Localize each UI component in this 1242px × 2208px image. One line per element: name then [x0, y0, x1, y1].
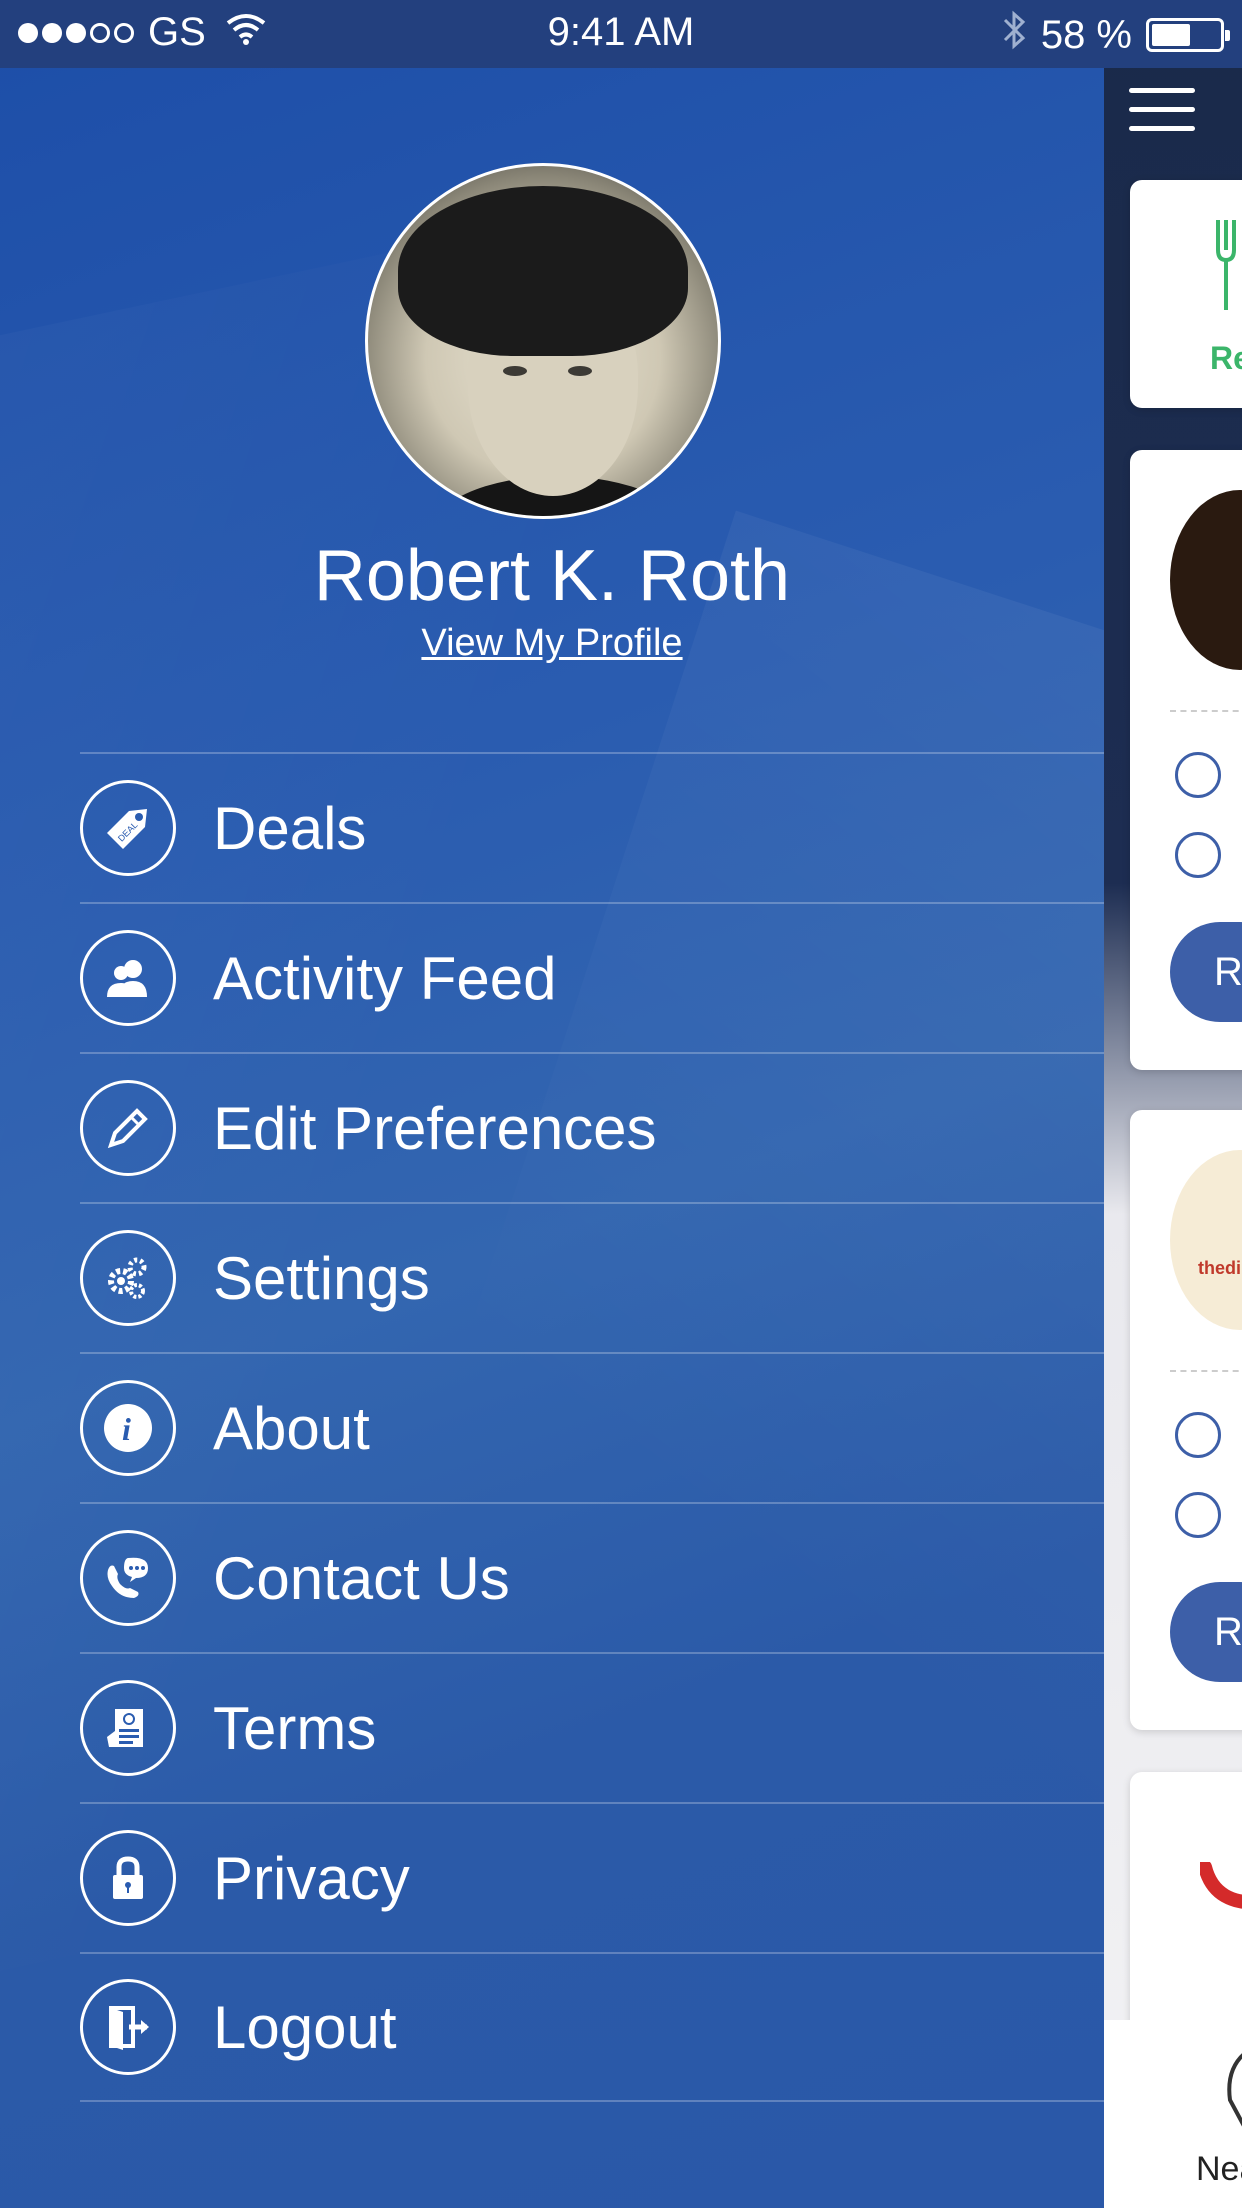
menu-item-label: Activity Feed — [213, 944, 557, 1012]
side-drawer: Robert K. Roth View My Profile DEAL Deal… — [0, 0, 1104, 2208]
battery-percent: 58 % — [1040, 12, 1132, 57]
info-circle-icon — [1175, 1492, 1221, 1538]
reserve-button[interactable]: R — [1170, 1582, 1242, 1682]
users-icon — [80, 930, 176, 1026]
logo-text: thedi — [1198, 1258, 1241, 1278]
document-icon — [80, 1680, 176, 1776]
restaurant-logo — [1170, 490, 1242, 670]
logout-door-icon — [80, 1979, 176, 2075]
menu-item-about[interactable]: i About — [80, 1352, 1104, 1502]
menu-item-label: Contact Us — [213, 1544, 510, 1612]
info-circle-icon — [1175, 832, 1221, 878]
menu-item-deals[interactable]: DEAL Deals — [80, 752, 1104, 902]
menu-item-logout[interactable]: Logout — [80, 1952, 1104, 2102]
menu-item-contact-us[interactable]: Contact Us — [80, 1502, 1104, 1652]
bluetooth-icon — [1001, 10, 1027, 60]
menu-item-label: Deals — [213, 794, 367, 862]
menu-item-activity-feed[interactable]: Activity Feed — [80, 902, 1104, 1052]
deal-tag-icon: DEAL — [80, 780, 176, 876]
bottom-tab-nearby[interactable]: Nea — [1104, 2020, 1242, 2208]
restaurant-card[interactable]: R — [1130, 450, 1242, 1070]
menu-item-label: About — [213, 1394, 370, 1462]
reserve-button[interactable]: R — [1170, 922, 1242, 1022]
pencil-icon — [80, 1080, 176, 1176]
gears-icon — [80, 1230, 176, 1326]
category-label: Re — [1210, 340, 1242, 376]
view-profile-link[interactable]: View My Profile — [0, 622, 1104, 665]
clock-icon — [1175, 1412, 1221, 1458]
info-icon: i — [80, 1380, 176, 1476]
svg-text:i: i — [122, 1411, 131, 1447]
menu-item-terms[interactable]: Terms — [80, 1652, 1104, 1802]
menu-item-label: Logout — [213, 1993, 397, 2061]
category-card[interactable]: Re — [1130, 180, 1242, 408]
chili-logo-icon — [1200, 1862, 1242, 1909]
menu-item-settings[interactable]: Settings — [80, 1202, 1104, 1352]
menu-item-label: Terms — [213, 1694, 377, 1762]
menu-item-label: Edit Preferences — [213, 1094, 657, 1162]
menu-item-privacy[interactable]: Privacy — [80, 1802, 1104, 1952]
profile-name: Robert K. Roth — [313, 536, 791, 616]
fork-icon — [1216, 220, 1236, 310]
avatar[interactable] — [365, 163, 721, 519]
hamburger-menu-icon[interactable] — [1129, 88, 1195, 145]
phone-chat-icon — [80, 1530, 176, 1626]
drawer-menu: DEAL Deals Activity Feed Edit Preference… — [80, 752, 1104, 2102]
menu-item-label: Settings — [213, 1244, 430, 1312]
lock-icon — [80, 1830, 176, 1926]
tab-label: Nea — [1196, 2150, 1242, 2188]
menu-item-label: Privacy — [213, 1844, 410, 1912]
restaurant-logo: thedi — [1170, 1150, 1242, 1330]
menu-item-edit-preferences[interactable]: Edit Preferences — [80, 1052, 1104, 1202]
map-pin-icon — [1227, 2053, 1242, 2127]
status-bar: GS 9:41 AM 58 % — [0, 0, 1242, 68]
battery-icon — [1146, 18, 1230, 52]
restaurant-card[interactable]: thedi R — [1130, 1110, 1242, 1730]
clock-icon — [1175, 752, 1221, 798]
